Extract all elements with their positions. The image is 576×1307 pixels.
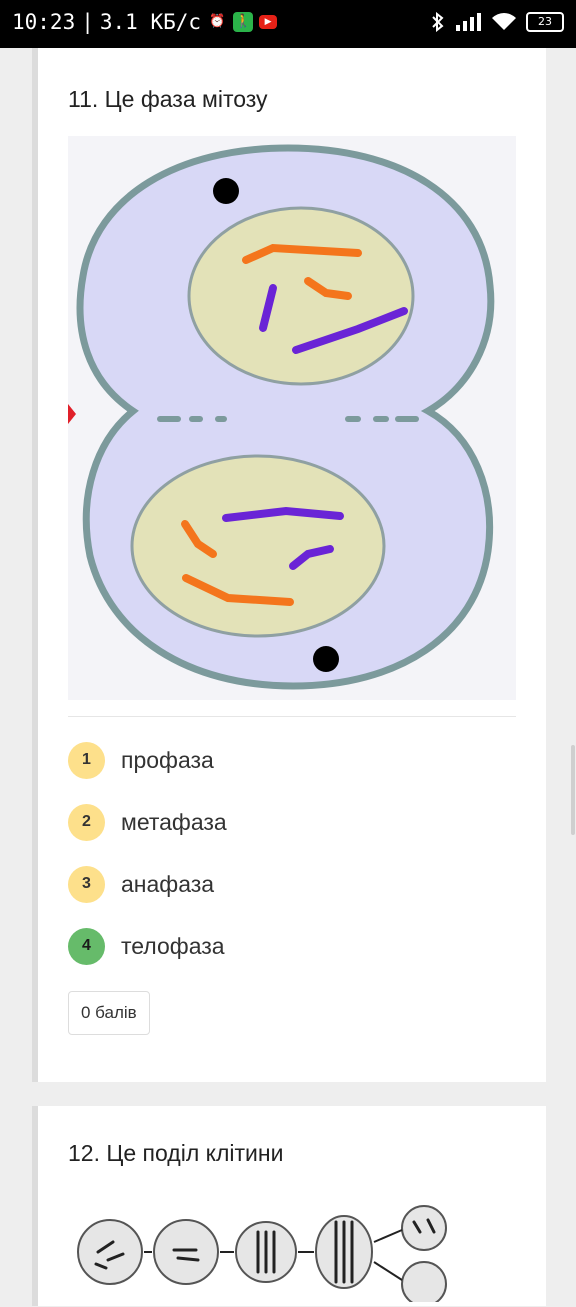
cell-division-image [68,1202,516,1307]
red-marker [68,404,76,424]
question-card-12: 12. Це поділ клітини [32,1106,546,1307]
answer-option-1[interactable]: 1 профаза [68,740,214,780]
divider [68,716,516,717]
centriole-bottom [313,646,339,672]
wifi-icon [492,13,516,30]
stage-cell-2 [153,1219,219,1285]
telophase-image [68,136,516,700]
cell-division-diagram [77,1205,447,1307]
arrow [373,1229,403,1243]
option-label: телофаза [121,932,225,959]
question-card-11: 11. Це фаза мітозу 1 профаза 2 метафаза … [32,48,546,1082]
battery-icon: 23 [526,12,564,32]
stage-cell-6 [401,1261,447,1307]
arrow [373,1261,403,1281]
bluetooth-icon [432,12,444,32]
option-number-badge: 2 [68,803,105,841]
status-time: 10:23 [12,10,76,34]
stage-cell-1 [77,1219,143,1285]
points-badge: 0 балів [68,991,150,1035]
stage-cell-5 [401,1205,447,1251]
option-number-badge: 3 [68,865,105,903]
question-title: 11. Це фаза мітозу [68,86,268,112]
status-left: 10:23 | 3.1 КБ/с ⏰ 🚶 ▶ [12,10,278,34]
option-label: профаза [121,746,214,773]
accessibility-icon: 🚶 [233,12,254,32]
youtube-icon: ▶ [259,15,278,29]
option-number-badge: 1 [68,741,105,779]
nucleus-top [187,206,415,386]
option-number-badge-correct: 4 [68,927,105,965]
option-label: анафаза [121,870,215,897]
status-separator: | [81,10,94,34]
question-title: 12. Це поділ клітини [68,1140,284,1166]
alarm-icon: ⏰ [208,14,226,29]
status-right: 23 [430,12,564,32]
scrollbar[interactable] [571,745,575,835]
answer-option-4[interactable]: 4 телофаза [68,926,225,966]
answer-option-3[interactable]: 3 анафаза [68,864,214,904]
status-bar: 10:23 | 3.1 КБ/с ⏰ 🚶 ▶ 23 [0,0,576,48]
network-speed: 3.1 КБ/с [99,10,202,34]
cell-diagram [68,144,495,690]
answer-option-2[interactable]: 2 метафаза [68,802,227,842]
centriole-top [213,178,239,204]
battery-level: 23 [538,15,552,28]
signal-icon [456,13,481,31]
nucleus-bottom [130,454,386,638]
option-label: метафаза [121,808,227,835]
